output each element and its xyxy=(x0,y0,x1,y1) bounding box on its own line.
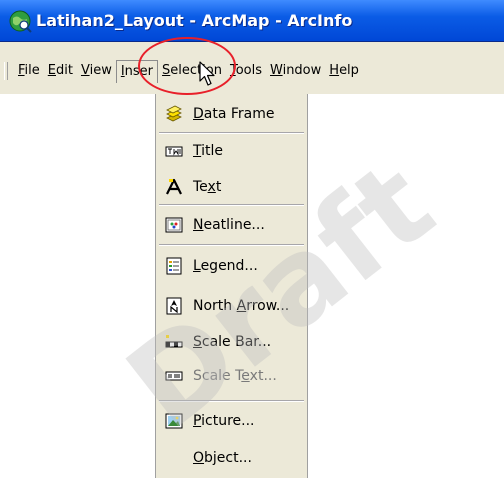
menu-file[interactable]: File xyxy=(14,60,44,82)
menu-item-label: Title xyxy=(193,143,224,159)
menu-item-scale-text[interactable]: Scale Text... xyxy=(156,361,307,391)
menu-item-north-arrow[interactable]: North Arrow... xyxy=(156,291,307,321)
mnemonic-letter: H xyxy=(329,63,340,78)
menu-item-label: Data Frame xyxy=(193,106,275,122)
mnemonic-letter: O xyxy=(193,450,205,466)
menu-separator xyxy=(159,132,304,134)
mnemonic-letter: V xyxy=(80,63,90,78)
menu-item-text[interactable]: Text xyxy=(156,172,307,202)
menu-item-label: Text xyxy=(193,179,222,195)
mnemonic-letter: T xyxy=(193,143,202,159)
mnemonic-letter: x xyxy=(207,179,216,195)
scale-text-icon xyxy=(165,371,183,381)
window-titlebar[interactable]: Latihan2_Layout - ArcMap - ArcInfo xyxy=(0,0,504,42)
insert-menu-dropdown: Data Frame Title Text Neatline... Legend… xyxy=(155,94,308,478)
mnemonic-letter: W xyxy=(270,63,283,78)
mnemonic-letter: T xyxy=(229,63,236,78)
menu-separator xyxy=(159,244,304,246)
menu-item-label: Picture... xyxy=(193,413,255,429)
picture-icon xyxy=(165,413,183,429)
menu-view[interactable]: View xyxy=(77,60,116,82)
menu-separator xyxy=(159,400,304,402)
mnemonic-letter: S xyxy=(162,63,171,78)
mnemonic-letter: S xyxy=(193,334,202,350)
menu-item-label: Object... xyxy=(193,450,252,466)
window-title: Latihan2_Layout - ArcMap - ArcInfo xyxy=(36,11,353,30)
mnemonic-letter: N xyxy=(193,217,204,233)
menu-item-label: Legend... xyxy=(193,258,258,274)
menu-item-legend[interactable]: Legend... xyxy=(156,251,307,281)
north-arrow-icon xyxy=(166,297,182,315)
menu-item-label: North Arrow... xyxy=(193,298,290,314)
menu-item-label: Scale Bar... xyxy=(193,334,272,350)
menu-item-picture[interactable]: Picture... xyxy=(156,406,307,436)
arcmap-globe-icon xyxy=(9,10,32,33)
menu-window[interactable]: Window xyxy=(266,60,325,82)
mnemonic-letter: L xyxy=(193,258,201,274)
menu-item-label: Neatline... xyxy=(193,217,265,233)
menu-tools[interactable]: Tools xyxy=(226,60,266,82)
scale-bar-icon xyxy=(165,335,183,348)
menu-item-label: Scale Text... xyxy=(193,368,277,384)
title-icon xyxy=(165,146,183,157)
menu-item-neatline[interactable]: Neatline... xyxy=(156,210,307,240)
menubar-items: File Edit View Inser Selection Tools Win… xyxy=(0,59,363,83)
data-frame-icon xyxy=(166,105,182,122)
menu-item-object[interactable]: Object... xyxy=(156,443,307,473)
mnemonic-letter: e xyxy=(241,368,250,384)
menu-help[interactable]: Help xyxy=(325,60,363,82)
toolbar-grip[interactable] xyxy=(4,62,8,80)
menu-edit[interactable]: Edit xyxy=(44,60,77,82)
menu-insert[interactable]: Inser xyxy=(115,59,159,83)
neatline-icon xyxy=(165,217,183,233)
mnemonic-letter: P xyxy=(193,413,202,429)
mnemonic-letter: I xyxy=(120,63,125,79)
legend-icon xyxy=(166,257,182,275)
menubar: File Edit View Inser Selection Tools Win… xyxy=(0,42,504,94)
empty-icon-slot xyxy=(165,449,183,467)
mnemonic-letter: E xyxy=(47,63,56,78)
mnemonic-letter: A xyxy=(236,298,247,314)
text-icon xyxy=(166,178,182,195)
mouse-cursor-icon xyxy=(199,61,215,86)
menu-separator xyxy=(159,204,304,206)
mnemonic-letter: F xyxy=(18,63,25,78)
menu-item-title[interactable]: Title xyxy=(156,136,307,166)
menu-item-data-frame[interactable]: Data Frame xyxy=(156,99,307,129)
menu-item-scale-bar[interactable]: Scale Bar... xyxy=(156,327,307,357)
mnemonic-letter: D xyxy=(193,106,204,122)
